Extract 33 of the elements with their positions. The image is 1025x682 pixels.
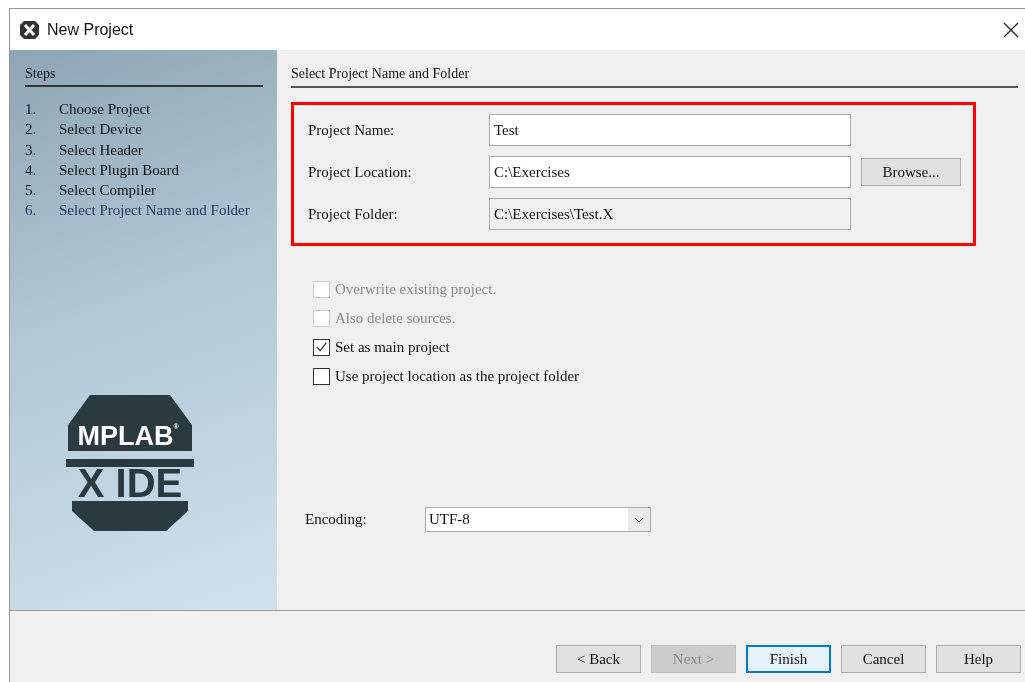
text-field[interactable]: C:\Exercises [489,156,851,188]
checkbox-label: Use project location as the project folder [335,368,580,385]
panel-heading: Select Project Name and Folder [291,66,1018,88]
steps-heading: Steps [25,66,263,87]
dialog-button[interactable]: < Back [556,645,641,673]
dialog-button[interactable]: Finish [746,645,831,673]
shield-icon [66,394,194,531]
encoding-label: Encoding: [305,511,368,528]
step-item: 4. Select Plugin Board [25,160,180,180]
checkbox[interactable] [313,368,330,385]
text-field[interactable]: Test [489,114,851,146]
step-item: 3. Select Header [25,140,144,160]
step-item: 6. Select Project Name and Folder [25,201,251,221]
logo-text: X IDE [77,460,183,505]
field-label: Project Folder: [308,205,399,223]
checkbox-label: Also delete sources. [335,310,456,327]
browse-button[interactable]: Browse... [861,158,961,186]
step-item: 1. Choose Project [25,100,152,119]
window-title: New Project [47,20,135,39]
step-item: 2. Select Device [25,120,143,140]
field-label: Project Location: [308,163,413,181]
encoding-dropdown[interactable]: UTF-8 [425,507,651,532]
logo-text: MPLAB$^{®}$ [77,420,179,451]
field-label: Project Name: [308,121,396,139]
checkbox-label: Set as main project [335,339,450,356]
close-icon[interactable] [1003,21,1019,38]
app-icon [20,20,39,39]
dialog-button[interactable]: Help [936,645,1021,673]
checkbox[interactable] [313,339,330,356]
dialog-button[interactable]: Cancel [841,645,926,673]
checkbox-label: Overwrite existing project. [335,281,497,298]
step-item: 5. Select Compiler [25,181,158,201]
chevron-down-icon [634,516,644,523]
